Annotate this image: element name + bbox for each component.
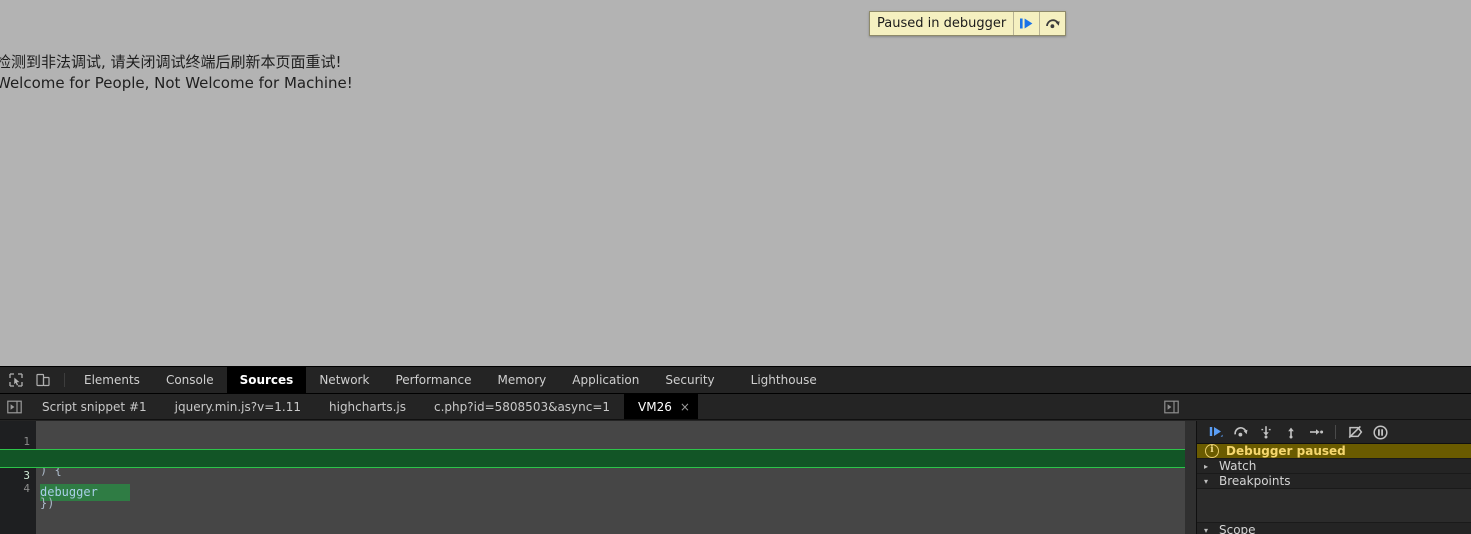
code-line-3-execution: 3 debugger (0, 449, 1196, 501)
tab-network[interactable]: Network (306, 367, 382, 393)
resume-icon (1209, 427, 1223, 437)
debugger-paused-label: Debugger paused (1226, 444, 1346, 458)
page-warning-line-1: 检测到非法调试, 请关闭调试终端后刷新本页面重试! (0, 53, 342, 71)
section-scope-label: Scope (1219, 523, 1256, 534)
resume-script-execution-button[interactable] (1205, 421, 1227, 443)
tab-elements[interactable]: Elements (71, 367, 153, 393)
close-icon[interactable]: × (680, 401, 690, 413)
file-tab-highcharts[interactable]: highcharts.js (315, 394, 420, 419)
inspect-element-icon (8, 373, 23, 387)
section-watch[interactable]: ▸ Watch (1197, 459, 1471, 474)
debugger-sidebar: i Debugger paused ▸ Watch ▾ Breakpoints … (1196, 421, 1471, 534)
step-out-of-current-function-button[interactable] (1280, 421, 1302, 443)
section-watch-label: Watch (1219, 459, 1257, 473)
deactivate-breakpoints-icon (1348, 425, 1362, 439)
step-into-next-function-call-button[interactable] (1255, 421, 1277, 443)
devtools-panel: Elements Console Sources Network Perform… (0, 366, 1471, 534)
step-icon (1310, 429, 1324, 435)
page-warning-text: 检测到非法调试, 请关闭调试终端后刷新本页面重试! Welcome for Pe… (0, 52, 353, 94)
file-tab-vm26[interactable]: VM26 × (624, 394, 698, 419)
pause-on-exceptions-icon (1372, 424, 1388, 440)
code-line-4: 4 }) (0, 468, 1196, 510)
section-scope[interactable]: ▾ Scope (1197, 523, 1471, 534)
tab-performance[interactable]: Performance (382, 367, 484, 393)
tab-memory[interactable]: Memory (484, 367, 559, 393)
step-over-icon (1234, 427, 1248, 437)
sources-body: 1 (function anonymous( 2 ) { 3 debugger … (0, 421, 1471, 534)
code-editor[interactable]: 1 (function anonymous( 2 ) { 3 debugger … (0, 421, 1196, 534)
section-breakpoints[interactable]: ▾ Breakpoints (1197, 474, 1471, 489)
show-debugger-icon (1163, 400, 1179, 413)
show-navigator-button[interactable] (0, 394, 28, 419)
device-toolbar-icon (35, 373, 50, 387)
file-tab-cphp[interactable]: c.php?id=5808503&async=1 (420, 394, 624, 419)
show-navigator-icon (6, 400, 22, 413)
paused-in-debugger-overlay: Paused in debugger (869, 11, 1067, 36)
info-icon: i (1205, 444, 1219, 458)
show-debugger-sidebar-button[interactable] (1157, 394, 1185, 419)
editor-scrollbar[interactable] (1185, 421, 1196, 534)
step-over-icon (1045, 19, 1060, 29)
tab-lighthouse[interactable]: Lighthouse (738, 367, 830, 393)
page-warning-line-2: Welcome for People, Not Welcome for Mach… (0, 74, 353, 92)
toolbar-divider (1335, 425, 1336, 439)
deactivate-breakpoints-button[interactable] (1344, 421, 1366, 443)
step-into-icon (1261, 426, 1271, 439)
chevron-right-icon: ▸ (1204, 461, 1209, 471)
file-tab-jquery[interactable]: jquery.min.js?v=1.11 (161, 394, 315, 419)
sources-file-tabbar: Script snippet #1 jquery.min.js?v=1.11 h… (0, 394, 1471, 420)
toolbar-divider (64, 373, 65, 387)
devtools-main-tabstrip: Elements Console Sources Network Perform… (0, 367, 1471, 394)
toggle-device-toolbar-button[interactable] (29, 367, 56, 393)
inspect-element-button[interactable] (2, 367, 29, 393)
line-number: 4 (23, 482, 30, 495)
debugger-paused-banner: i Debugger paused (1197, 444, 1471, 459)
step-button[interactable] (1305, 421, 1327, 443)
step-out-icon (1288, 427, 1294, 439)
pause-on-exceptions-button[interactable] (1369, 421, 1391, 443)
editor-lines: 1 (function anonymous( 2 ) { 3 debugger … (0, 421, 1196, 510)
chevron-down-icon: ▾ (1204, 525, 1209, 534)
file-tab-vm26-label: VM26 (638, 399, 672, 414)
tab-security[interactable]: Security (652, 367, 727, 393)
line-content: }) (40, 496, 55, 510)
chevron-down-icon: ▾ (1204, 476, 1209, 486)
code-line-2: 2 ) { (0, 435, 1196, 477)
overlay-resume-button[interactable] (1013, 12, 1039, 35)
tab-sources[interactable]: Sources (226, 367, 307, 393)
tab-console[interactable]: Console (153, 367, 227, 393)
file-tab-script-snippet[interactable]: Script snippet #1 (28, 394, 161, 419)
code-line-1: 1 (function anonymous( (0, 421, 1196, 463)
devtools-tab-list: Elements Console Sources Network Perform… (71, 367, 830, 393)
tab-application[interactable]: Application (559, 367, 652, 393)
debugger-toolbar (1197, 421, 1471, 444)
resume-script-icon (1020, 18, 1033, 29)
breakpoints-list (1197, 489, 1471, 523)
overlay-step-over-button[interactable] (1039, 12, 1065, 35)
step-over-next-function-call-button[interactable] (1230, 421, 1252, 443)
web-page-content: 检测到非法调试, 请关闭调试终端后刷新本页面重试! Welcome for Pe… (0, 0, 1471, 366)
section-breakpoints-label: Breakpoints (1219, 474, 1291, 488)
paused-in-debugger-label: Paused in debugger (877, 16, 1007, 31)
